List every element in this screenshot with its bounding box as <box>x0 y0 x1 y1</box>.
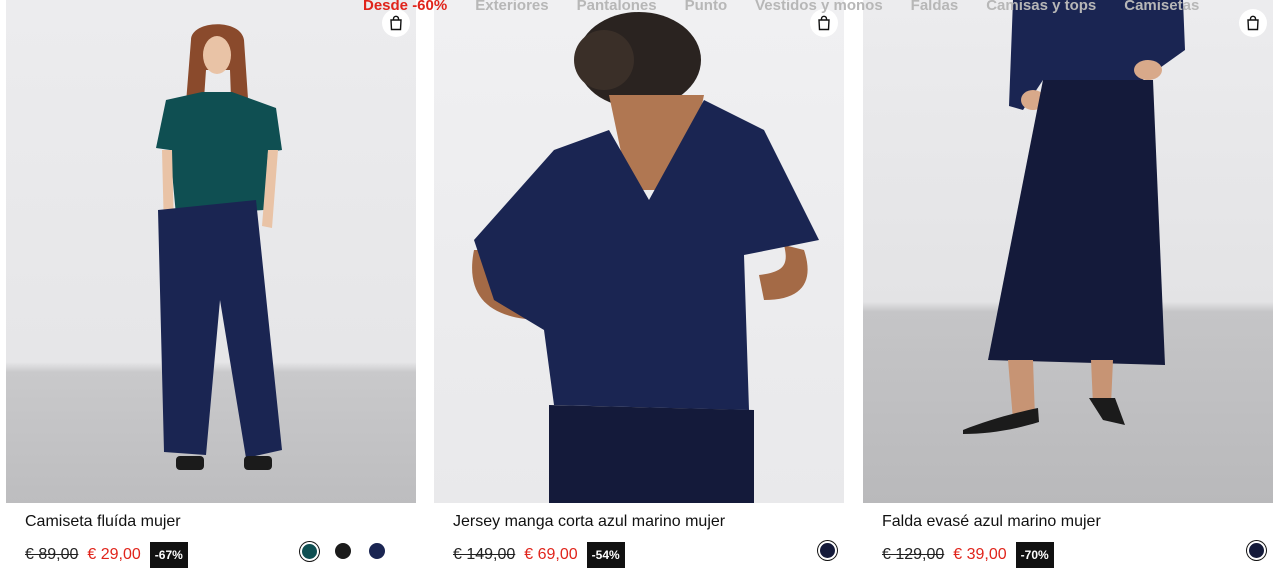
product-grid: Camiseta fluída mujer € 89,00 € 29,00 -6… <box>0 0 1280 576</box>
sale-price: € 29,00 <box>87 546 141 563</box>
original-price: € 129,00 <box>882 546 945 563</box>
product-title[interactable]: Camiseta fluída mujer <box>25 512 181 532</box>
color-swatch-navy[interactable] <box>820 543 835 558</box>
nav-item-vestidos-y-monos[interactable]: Vestidos y monos <box>755 0 883 16</box>
original-price: € 149,00 <box>453 546 516 563</box>
nav-item-camisas-y-tops[interactable]: Camisas y tops <box>986 0 1096 16</box>
product-photo[interactable] <box>6 0 416 503</box>
nav-item-desde-60[interactable]: Desde -60% <box>363 0 447 16</box>
color-swatch-teal[interactable] <box>302 543 317 559</box>
nav-item-camisetas[interactable]: Camisetas <box>1124 0 1199 16</box>
nav-item-punto[interactable]: Punto <box>685 0 728 16</box>
nav-item-pantalones[interactable]: Pantalones <box>577 0 657 16</box>
color-swatch-navy[interactable] <box>1249 543 1264 558</box>
color-swatch-navy[interactable] <box>369 543 385 559</box>
price-row: € 89,00 € 29,00 -67% <box>25 542 188 568</box>
product-photo[interactable] <box>863 0 1273 503</box>
category-nav: Desde -60% Exteriores Pantalones Punto V… <box>363 0 1199 16</box>
sale-price: € 69,00 <box>524 546 578 563</box>
model-figure <box>472 12 819 503</box>
shopping-bag-icon <box>390 15 402 31</box>
product-photo[interactable] <box>434 0 844 503</box>
discount-badge: -54% <box>586 542 625 568</box>
product-title[interactable]: Falda evasé azul marino mujer <box>882 512 1101 532</box>
price-row: € 149,00 € 69,00 -54% <box>453 542 625 568</box>
color-swatch-black[interactable] <box>335 543 351 559</box>
shopping-bag-icon <box>1247 15 1259 31</box>
color-swatches <box>1249 543 1264 558</box>
nav-item-faldas[interactable]: Faldas <box>911 0 959 16</box>
product-card[interactable]: Camiseta fluída mujer € 89,00 € 29,00 -6… <box>6 0 416 576</box>
shopping-bag-icon <box>818 15 830 31</box>
nav-item-exteriores[interactable]: Exteriores <box>475 0 548 16</box>
add-to-bag-button[interactable] <box>1239 9 1267 37</box>
product-card[interactable]: Jersey manga corta azul marino mujer € 1… <box>434 0 844 576</box>
model-figure <box>156 24 282 470</box>
price-row: € 129,00 € 39,00 -70% <box>882 542 1054 568</box>
product-title[interactable]: Jersey manga corta azul marino mujer <box>453 512 725 532</box>
original-price: € 89,00 <box>25 546 79 563</box>
color-swatches <box>820 543 835 558</box>
discount-badge: -70% <box>1015 542 1054 568</box>
sale-price: € 39,00 <box>953 546 1007 563</box>
model-figure <box>963 0 1185 434</box>
discount-badge: -67% <box>149 542 188 568</box>
color-swatches <box>302 543 385 559</box>
product-card[interactable]: Falda evasé azul marino mujer € 129,00 €… <box>863 0 1273 576</box>
